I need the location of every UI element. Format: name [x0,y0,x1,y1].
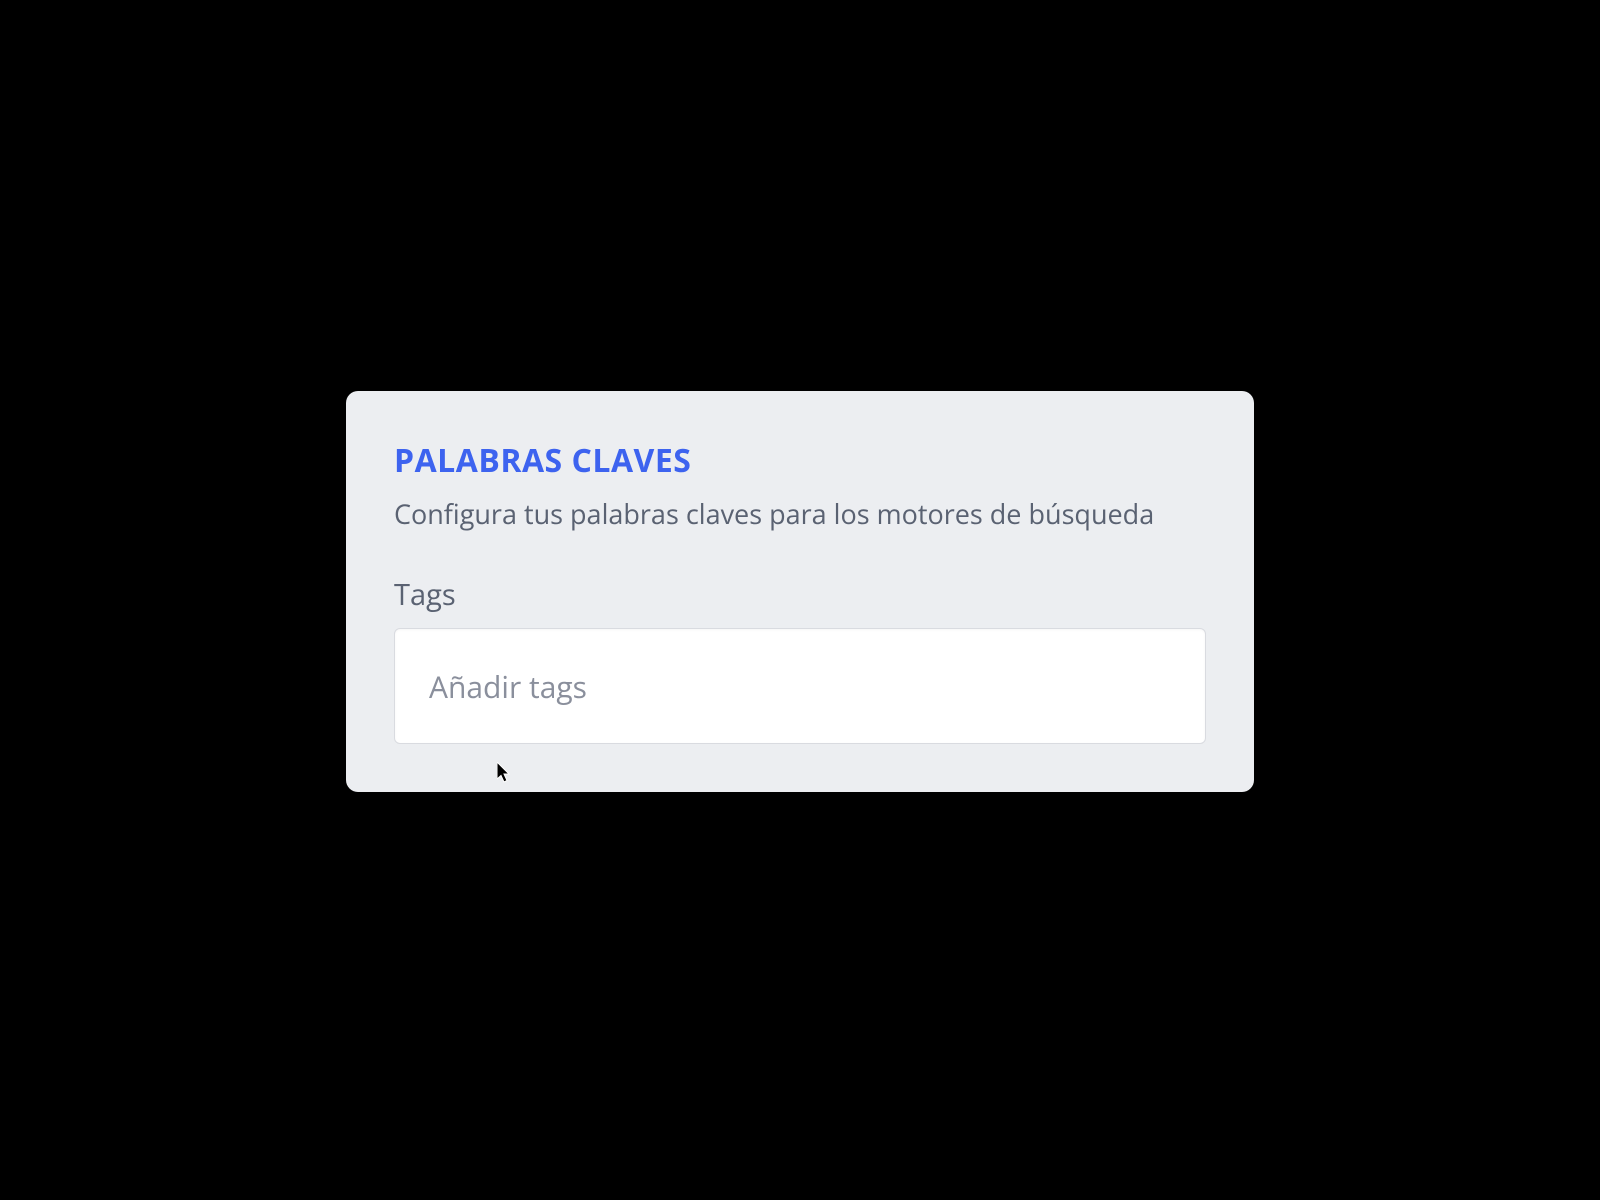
card-title: PALABRAS CLAVES [394,439,1206,482]
keywords-card: PALABRAS CLAVES Configura tus palabras c… [346,391,1254,792]
tags-label: Tags [394,575,1206,614]
card-subtitle: Configura tus palabras claves para los m… [394,496,1206,531]
tags-input[interactable] [394,628,1206,744]
